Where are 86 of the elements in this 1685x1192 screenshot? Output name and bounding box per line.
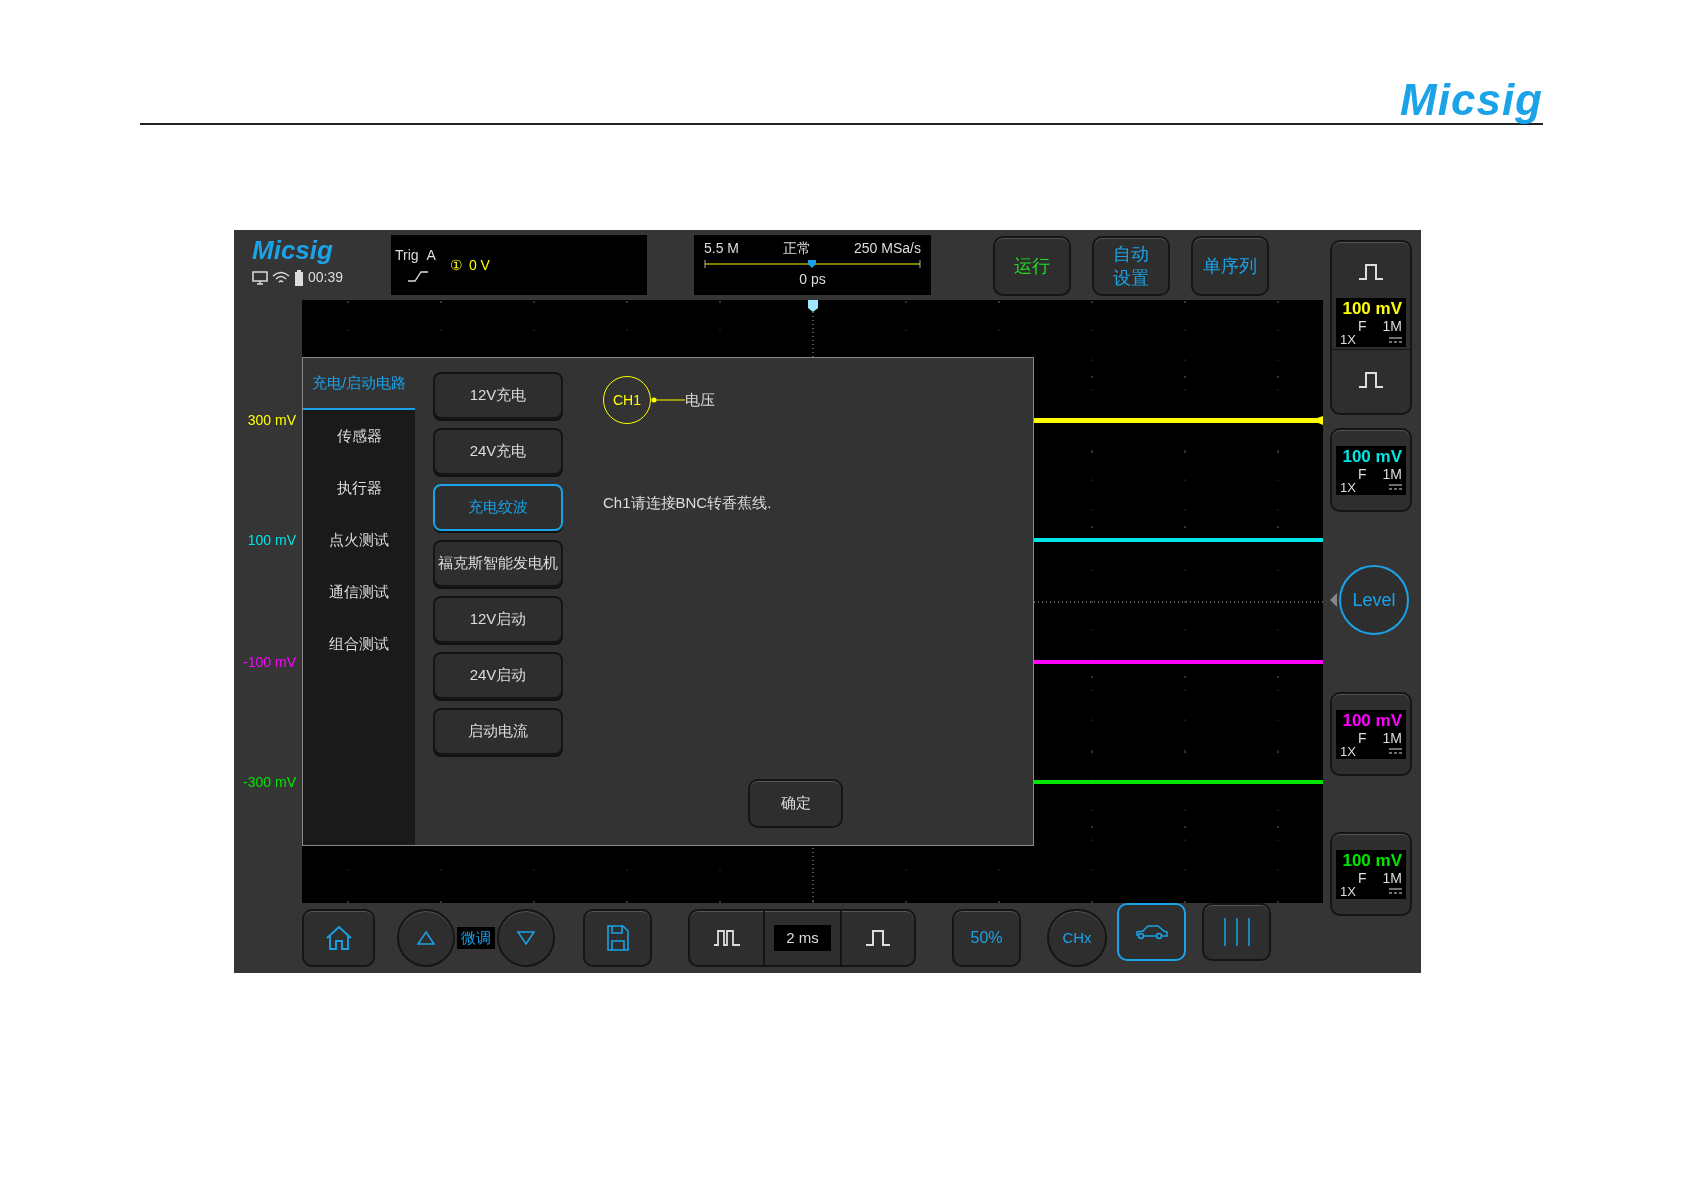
category-tab[interactable]: 通信测试	[303, 566, 415, 618]
save-button[interactable]	[583, 909, 652, 967]
channel-scale: 100 mV	[1341, 446, 1402, 467]
impedance-label: 1M	[1382, 319, 1402, 333]
test-button[interactable]: 启动电流	[433, 708, 563, 755]
home-button[interactable]	[302, 909, 375, 967]
rising-edge-icon	[407, 270, 429, 282]
channel-scale: 100 mV	[1341, 850, 1402, 871]
coupling-label: F	[1358, 870, 1367, 885]
coupling-label: F	[1358, 319, 1367, 333]
trigger-label: Trig	[395, 246, 419, 265]
confirm-button[interactable]: 确定	[748, 779, 843, 828]
test-button[interactable]: 12V启动	[433, 596, 563, 643]
trigger-channel: ①	[449, 256, 463, 275]
probe-label: 1X	[1340, 333, 1356, 346]
double-pulse-icon	[712, 929, 741, 947]
fine-tune-label: 微调	[457, 926, 495, 950]
channel-readout[interactable]: 100 mV F 1M 1X	[1336, 445, 1406, 495]
coupling-label: F	[1358, 730, 1367, 745]
channel-scale: 100 mV	[1341, 299, 1402, 319]
channel-scale: 100 mV	[1341, 710, 1402, 731]
instruction-text: Ch1请连接BNC转香蕉线.	[603, 493, 773, 513]
pulse-icon	[865, 929, 891, 947]
control-button[interactable]: 运行	[993, 236, 1071, 296]
trigger-fifty-percent-button[interactable]: 50%	[952, 909, 1021, 967]
test-button[interactable]: 24V启动	[433, 652, 563, 699]
dc-coupling-icon	[1389, 748, 1402, 754]
scale-label: -300 mV	[243, 773, 296, 792]
up-triangle-icon	[416, 930, 436, 946]
test-button[interactable]: 24V充电	[433, 428, 563, 475]
positive-pulse-icon	[1358, 263, 1384, 281]
car-mode-button[interactable]	[1117, 903, 1186, 961]
probe-label: 1X	[1340, 480, 1356, 494]
save-icon	[606, 925, 629, 951]
impedance-label: 1M	[1382, 730, 1402, 745]
memory-depth: 5.5 M	[704, 239, 739, 258]
home-icon	[324, 925, 353, 951]
category-tab[interactable]: 传感器	[303, 410, 415, 462]
down-triangle-icon	[516, 930, 536, 946]
probe-label: 1X	[1340, 884, 1356, 898]
wifi-icon	[272, 270, 290, 285]
test-button[interactable]: 福克斯智能发电机	[433, 540, 563, 587]
control-button[interactable]: 自动 设置	[1092, 236, 1170, 296]
monitor-icon	[252, 270, 268, 285]
brand-logo: Micsig	[1400, 78, 1543, 122]
dc-coupling-icon	[1389, 484, 1402, 490]
cursor-button[interactable]	[1202, 903, 1271, 961]
channel-readout[interactable]: 100 mV F 1M 1X	[1336, 709, 1406, 759]
test-button[interactable]: 充电纹波	[433, 484, 563, 531]
probe-label: 1X	[1340, 744, 1356, 758]
category-tab[interactable]: 充电/启动电路	[303, 358, 415, 410]
car-icon	[1134, 923, 1169, 941]
impedance-label: 1M	[1382, 466, 1402, 481]
acquisition-mode: 正常	[782, 239, 811, 258]
dc-coupling-icon	[1389, 336, 1402, 343]
impedance-label: 1M	[1382, 870, 1402, 885]
dc-coupling-icon	[1389, 888, 1402, 894]
trigger-source: A	[426, 246, 436, 265]
left-arrow-icon	[1330, 593, 1337, 607]
test-button[interactable]: 12V充电	[433, 372, 563, 419]
control-button[interactable]: 单序列	[1191, 236, 1269, 296]
battery-icon	[294, 269, 304, 286]
signal-label: 电压	[685, 389, 715, 410]
category-tab[interactable]: 组合测试	[303, 618, 415, 670]
timebase-value: 2 ms	[774, 924, 831, 952]
channel-readout[interactable]: 100 mV F 1M 1X	[1336, 298, 1406, 347]
scale-label: -100 mV	[243, 653, 296, 672]
category-tab[interactable]: 执行器	[303, 462, 415, 514]
vertical-lines-icon	[1221, 918, 1252, 946]
scale-label: 300 mV	[247, 411, 296, 430]
channel-button[interactable]: CHx	[1047, 909, 1107, 967]
connector-line	[651, 397, 685, 403]
level-knob[interactable]: Level	[1339, 565, 1409, 635]
trigger-level: 0 V	[468, 256, 490, 275]
timebase-panel[interactable]: 5.5 M 正常 250 MSa/s 0 ps	[694, 235, 931, 295]
scale-label: 100 mV	[247, 531, 296, 550]
pulse-icon	[1358, 370, 1384, 389]
clock-time: 00:39	[308, 268, 344, 287]
down-button[interactable]	[497, 909, 555, 967]
coupling-label: F	[1358, 466, 1367, 481]
sample-rate: 250 MSa/s	[854, 239, 921, 258]
trigger-panel[interactable]: Trig A ① 0 V	[391, 235, 647, 295]
brand-logo: Micsig	[252, 237, 334, 263]
channel-readout[interactable]: 100 mV F 1M 1X	[1336, 849, 1406, 899]
time-offset: 0 ps	[799, 270, 826, 289]
category-tab[interactable]: 点火测试	[303, 514, 415, 566]
